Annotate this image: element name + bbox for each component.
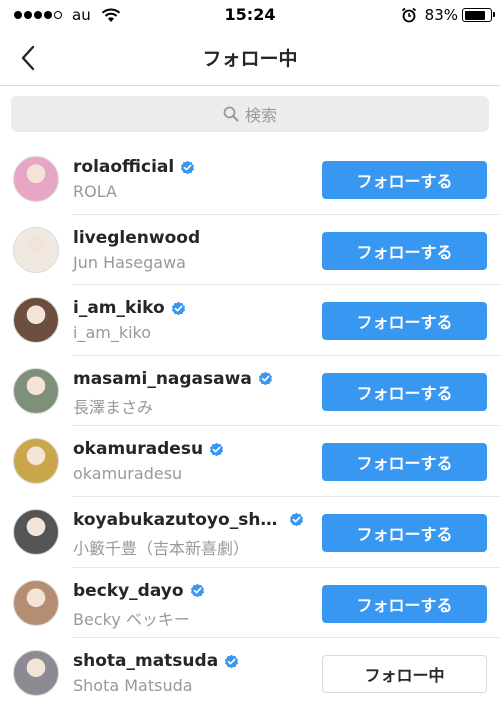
username[interactable]: koyabukazutoyo_shin...: [73, 510, 283, 530]
username[interactable]: shota_matsuda: [73, 651, 218, 671]
search-icon: [223, 106, 239, 122]
page-title: フォロー中: [202, 48, 298, 70]
username-line: i_am_kiko: [73, 298, 313, 318]
follow-button[interactable]: フォローする: [322, 372, 487, 411]
list-item[interactable]: shota_matsuda Shota Matsuda フォロー中: [0, 638, 500, 709]
username-line: shota_matsuda: [73, 651, 313, 671]
avatar[interactable]: [13, 650, 59, 697]
full-name: Becky ベッキー: [73, 609, 190, 629]
follow-button[interactable]: フォローする: [322, 513, 487, 552]
username[interactable]: rolaofficial: [73, 157, 174, 177]
username-line: koyabukazutoyo_shin...: [73, 510, 313, 530]
username-line: liveglenwood: [73, 228, 313, 248]
full-name: i_am_kiko: [73, 323, 152, 343]
full-name: 小籔千豊（吉本新喜劇）: [73, 538, 250, 558]
full-name: Shota Matsuda: [73, 676, 193, 696]
username-line: masami_nagasawa: [73, 369, 313, 389]
status-bar: au 15:24 83%: [0, 0, 500, 30]
following-list: rolaofficial ROLA フォローする liveglenwood Ju…: [0, 144, 500, 709]
avatar[interactable]: [13, 579, 59, 626]
status-right: 83%: [401, 6, 495, 24]
username-line: rolaofficial: [73, 157, 313, 177]
follow-button[interactable]: フォローする: [322, 231, 487, 270]
avatar[interactable]: [13, 508, 59, 555]
avatar[interactable]: [13, 297, 59, 344]
search-input[interactable]: 検索: [11, 96, 489, 132]
verified-badge-icon: [225, 654, 239, 668]
username-line: okamuradesu: [73, 439, 313, 459]
follow-button[interactable]: フォローする: [322, 584, 487, 623]
list-item[interactable]: i_am_kiko i_am_kiko フォローする: [0, 285, 500, 356]
verified-badge-icon: [171, 301, 185, 315]
username[interactable]: becky_dayo: [73, 581, 184, 601]
avatar[interactable]: [13, 226, 59, 273]
nav-bar: フォロー中: [0, 30, 500, 86]
following-button[interactable]: フォロー中: [322, 655, 487, 694]
username-line: becky_dayo: [73, 581, 313, 601]
follow-button[interactable]: フォローする: [322, 161, 487, 199]
verified-badge-icon: [190, 583, 204, 598]
username[interactable]: okamuradesu: [73, 439, 203, 459]
search-placeholder: 検索: [244, 106, 277, 125]
full-name: 長澤まさみ: [73, 397, 154, 417]
list-item[interactable]: becky_dayo Becky ベッキー フォローする: [0, 568, 500, 639]
verified-badge-icon: [289, 513, 304, 527]
verified-badge-icon: [181, 160, 195, 174]
username[interactable]: liveglenwood: [73, 228, 200, 248]
list-item[interactable]: liveglenwood Jun Hasegawa フォローする: [0, 215, 500, 286]
username[interactable]: masami_nagasawa: [73, 369, 252, 389]
verified-badge-icon: [210, 442, 224, 457]
verified-badge-icon: [258, 372, 272, 386]
battery-percent: 83%: [424, 6, 458, 24]
alarm-icon: [401, 7, 416, 23]
full-name: ROLA: [73, 182, 117, 201]
avatar[interactable]: [13, 156, 59, 202]
full-name: Jun Hasegawa: [73, 252, 186, 272]
full-name: okamuradesu: [73, 464, 183, 484]
avatar[interactable]: [13, 367, 59, 414]
follow-button[interactable]: フォローする: [322, 302, 487, 341]
battery-level: [464, 10, 486, 20]
battery-icon: [462, 8, 495, 22]
list-item[interactable]: koyabukazutoyo_shin... 小籔千豊（吉本新喜劇） フォローす…: [0, 497, 500, 568]
list-item[interactable]: masami_nagasawa 長澤まさみ フォローする: [0, 356, 500, 427]
list-item[interactable]: okamuradesu okamuradesu フォローする: [0, 426, 500, 497]
username[interactable]: i_am_kiko: [73, 298, 165, 318]
avatar[interactable]: [13, 438, 59, 485]
list-item[interactable]: rolaofficial ROLA フォローする: [0, 144, 500, 215]
follow-button[interactable]: フォローする: [322, 443, 487, 482]
